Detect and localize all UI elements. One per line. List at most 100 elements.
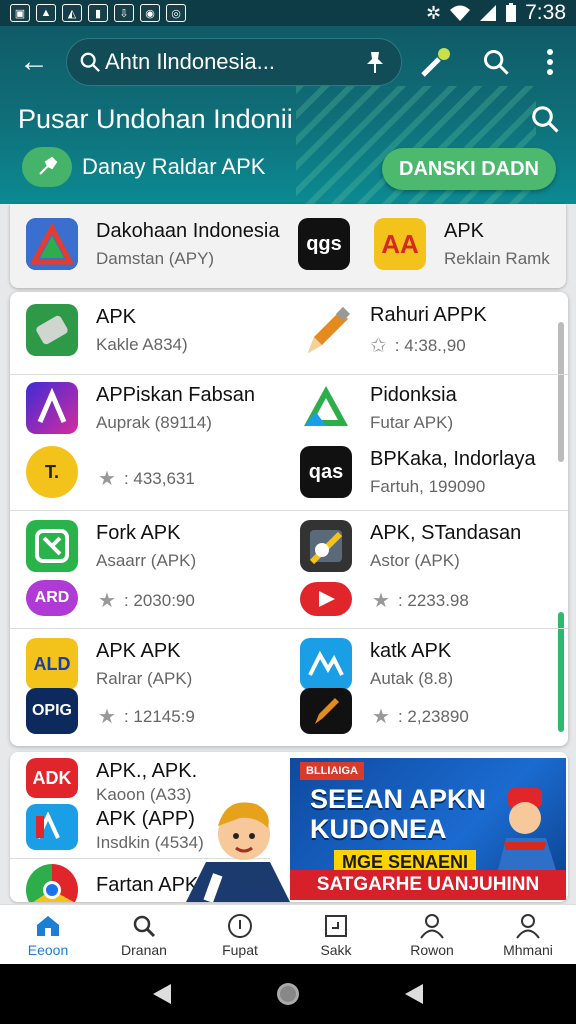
nav-profile[interactable]: Rowon [384,905,480,964]
list-item[interactable]: APK, STandasan Astor (APK) [300,520,521,572]
cartoon-character-illustration [498,788,556,870]
person-icon [514,912,542,940]
app-icon [26,382,78,434]
app-name[interactable]: Fartan APK [96,874,198,897]
download-button[interactable]: DANSKI DADN [382,148,556,190]
app-icon[interactable]: ADK [26,758,78,798]
chrome-icon[interactable] [26,864,78,902]
banner-badge: BLLIAIGA [300,762,364,780]
nav-search[interactable]: Dranan [96,905,192,964]
home-button-icon[interactable] [275,981,301,1007]
person-icon [418,912,446,940]
app-icon [26,218,78,270]
battery-icon [506,3,517,22]
nav-label: Sakk [320,941,352,958]
app-rating: ★: 433,631 [98,468,195,490]
app-name: Pidonksia [370,383,457,406]
magic-wand-icon[interactable] [418,44,454,80]
image-icon: ▣ [10,4,30,22]
promo-banner[interactable]: BLLIAIGA SEEAN APKN KUDONEA MGE SENAENI S… [290,758,566,900]
nav-home[interactable]: Eeoon [0,905,96,964]
search-icon[interactable] [478,44,514,80]
app-subtitle: Damstan (APY) [96,248,215,268]
search-input[interactable]: Ahtn Ilndonesia... [66,38,402,86]
star-icon: ★ [372,590,390,612]
scrollbar[interactable] [558,322,564,462]
app-icon[interactable] [26,804,78,850]
banner-headline: SEEAN APKN KUDONEA [310,784,487,844]
list-item[interactable]: Rahuri APPK ✩: 4:38.,90 [300,304,487,358]
nav-label: Fupat [222,941,258,958]
media-icon [300,520,352,572]
app-name: Dakohaan Indonesia [96,219,280,242]
phone-icon: ▮ [88,4,108,22]
list-item[interactable]: katk APK Autak (8.8) [300,638,453,690]
app-icon[interactable]: OPIG [26,688,78,734]
search-icon [130,912,158,940]
app-icon[interactable]: T. [26,446,78,498]
app-icon[interactable]: qgs [298,218,350,270]
phone-icon [26,304,78,356]
photo-icon: ◭ [62,4,82,22]
app-name: APK [444,219,485,242]
app-subtitle: Asaarr (APK) [96,550,197,570]
back-icon[interactable] [403,982,425,1006]
photo-icon: ▲ [36,4,56,22]
camera-icon: ◎ [166,4,186,22]
list-item[interactable]: Fork APK Asaarr (APK) [26,520,196,572]
play-icon[interactable] [300,582,352,616]
download-icon: ⇩ [114,4,134,22]
list-item[interactable]: Pidonksia Futar APK) [300,382,457,434]
featured-row: Dakohaan Indonesia Damstan (APY) qgs AA … [10,204,566,288]
list-item[interactable]: APK., APK. Kaoon (A33) [96,760,197,805]
app-name: APK, STandasan [370,521,522,544]
app-icon[interactable]: ARD [26,580,78,616]
app-list-card: APK Kakle A834) Rahuri APPK ✩: 4:38.,90 … [10,292,568,746]
search-icon[interactable] [530,104,560,134]
pin-icon[interactable] [361,48,389,76]
star-icon: ✩ [370,335,387,357]
info-icon [226,912,254,940]
nav-info[interactable]: Fupat [192,905,288,964]
star-icon: ★ [372,706,390,728]
list-item[interactable]: APK Kakle A834) [26,304,188,356]
app-name: APPiskan Fabsan [96,383,255,406]
back-icon[interactable] [151,982,173,1006]
more-vert-icon[interactable] [532,44,568,80]
list-item[interactable]: qas BPKaka, Indorlaya Fartuh, 199090 [300,446,536,498]
app-name: BPKaka, Indorlaya [370,447,536,470]
list-item[interactable]: ALD APK APK Ralrar (APK) [26,638,192,690]
map-icon [26,520,78,572]
clock: 7:38 [525,1,566,24]
bottom-nav: Eeoon Dranan Fupat Sakk Rowon Mhmani [0,904,576,964]
notification-icons: ▣ ▲ ◭ ▮ ⇩ ◉ ◎ [10,4,186,22]
app-subtitle: Kaoon (A33) [96,785,192,804]
app-icon: qas [300,446,352,498]
scrollbar-accent [558,612,564,732]
app-name: Fork APK [96,521,181,544]
app-icon: ALD [26,638,78,690]
list-item[interactable]: Dakohaan Indonesia Damstan (APY) [26,218,279,270]
system-nav-bar [0,964,576,1024]
app-name: Rahuri APPK [370,304,487,326]
nav-square[interactable]: Sakk [288,905,384,964]
list-item[interactable]: AA APK Reklain Ramk [374,218,550,270]
app-name: APK APK [96,639,181,662]
app-rating: ★: 2233.98 [372,590,469,612]
app-rating: ★: 2,23890 [372,706,469,728]
app-name: APK [96,305,137,328]
star-icon: ★ [98,468,116,490]
list-item[interactable]: APPiskan Fabsan Auprak (89114) [26,382,255,434]
brightness-icon: ✲ [426,2,442,23]
back-arrow-icon[interactable]: ← [16,44,52,80]
app-header: ← Ahtn Ilndonesia... Pusar Undohan Indon… [0,26,576,204]
cartoon-character-illustration [186,802,290,902]
nav-account[interactable]: Mhmani [480,905,576,964]
app-rating: ★: 12145:9 [98,706,195,728]
app-subtitle: Reklain Ramk [444,248,550,268]
pencil-icon[interactable] [300,688,352,734]
signal-icon [480,5,497,21]
camera-icon: ◉ [140,4,160,22]
divider [10,374,568,375]
category-chip[interactable]: Danay Raldar APK [22,146,265,188]
